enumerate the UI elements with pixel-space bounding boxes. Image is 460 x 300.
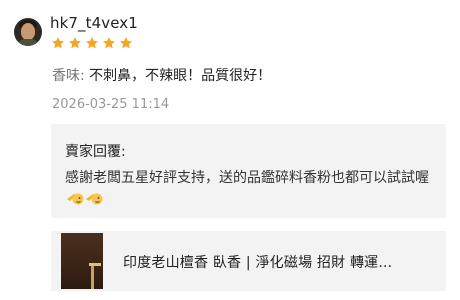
salute-emoji-icon bbox=[85, 190, 103, 206]
review-aspect-label: 香味: bbox=[52, 68, 85, 84]
star-icon bbox=[86, 37, 98, 49]
seller-reply-title: 賣家回覆: bbox=[65, 144, 126, 160]
review-date: 2026-03-25 11:14 bbox=[52, 97, 170, 112]
reviewer-name[interactable]: hk7_t4vex1 bbox=[50, 14, 138, 32]
seller-reply: 賣家回覆: 感謝老闆五星好評支持，送的品鑑碎料香粉也都可以試試喔 bbox=[51, 124, 446, 218]
product-name[interactable]: 印度老山檀香 臥香 | 淨化磁場 招財 轉運... bbox=[123, 252, 392, 272]
review-content: 香味: 不刺鼻，不辣眼！品質很好！ bbox=[52, 65, 271, 85]
star-icon bbox=[69, 37, 81, 49]
reviewer-avatar[interactable] bbox=[14, 18, 42, 46]
product-card[interactable]: 印度老山檀香 臥香 | 淨化磁場 招財 轉運... bbox=[51, 231, 446, 291]
seller-reply-body: 感謝老闆五星好評支持，送的品鑑碎料香粉也都可以試試喔 bbox=[65, 170, 429, 186]
star-icon bbox=[52, 37, 64, 49]
star-rating bbox=[51, 36, 133, 50]
review-text: 不刺鼻，不辣眼！品質很好！ bbox=[84, 68, 272, 84]
salute-emoji-icon bbox=[66, 190, 84, 206]
star-icon bbox=[103, 37, 115, 49]
seller-reply-text: 感謝老闆五星好評支持，送的品鑑碎料香粉也都可以試試喔 bbox=[65, 168, 434, 210]
star-icon bbox=[120, 37, 132, 49]
product-thumbnail[interactable] bbox=[61, 233, 103, 289]
